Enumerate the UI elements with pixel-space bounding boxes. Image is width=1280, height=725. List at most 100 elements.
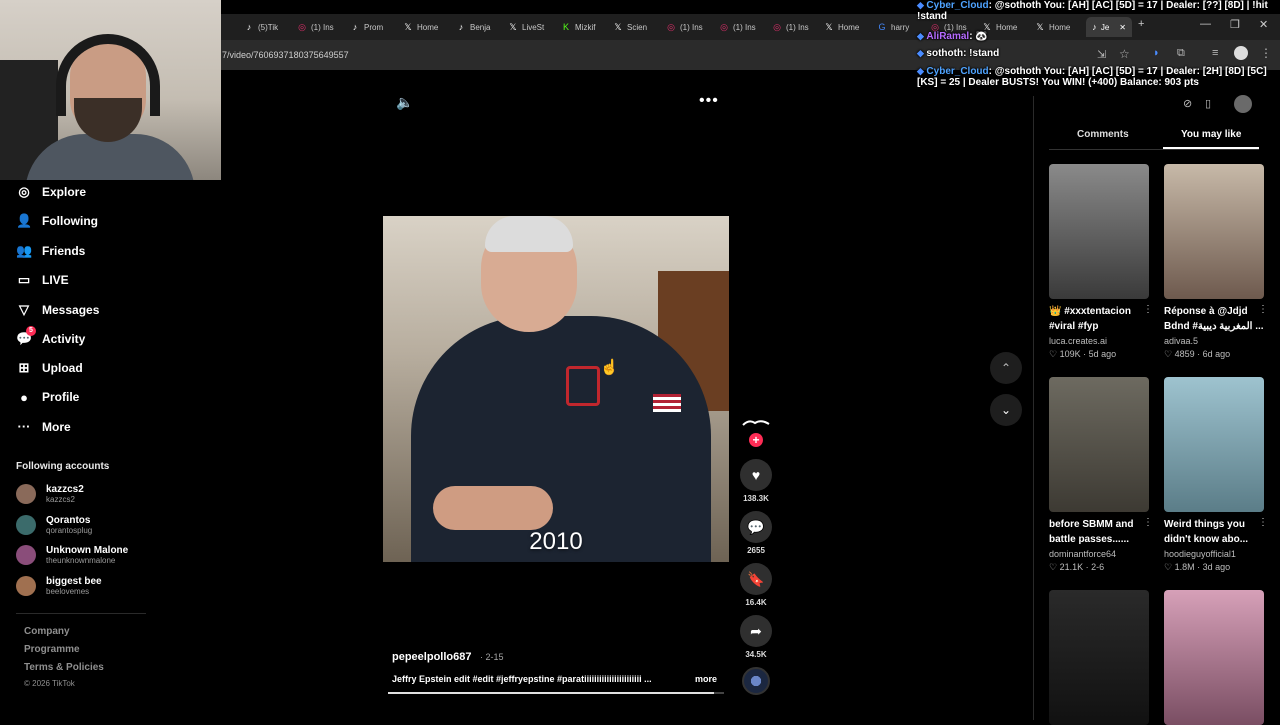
recommended-video-card[interactable]: Weird things you didn't know abo... hoodi… xyxy=(1164,377,1268,574)
chat-text: : !stand xyxy=(963,48,1000,59)
video-author[interactable]: pepeelpollo687 xyxy=(392,651,471,663)
following-account[interactable]: biggest bee beelovemes xyxy=(16,575,102,596)
previous-video-button[interactable]: ⌃ xyxy=(990,352,1022,384)
browser-tab[interactable]: 𝕏 LiveSt xyxy=(508,17,558,37)
video-thumbnail[interactable] xyxy=(1164,377,1264,512)
profile-avatar: ● xyxy=(20,389,28,405)
video-frame-sweater-logo xyxy=(566,366,600,406)
card-stats: ♡ 4859 · 6d ago xyxy=(1164,348,1264,361)
video-thumbnail[interactable] xyxy=(1164,164,1264,299)
account-avatar xyxy=(16,545,36,565)
sidebar-item-label: Activity xyxy=(42,332,86,346)
like-button[interactable]: ♥ xyxy=(740,459,772,491)
instagram-icon: ◎ xyxy=(298,21,306,32)
chat-message: ◆ Cyber_Cloud: @sothoth You: [AH] [AC] [… xyxy=(917,66,1277,88)
share-button[interactable]: ➦ xyxy=(740,615,772,647)
sidebar-item-explore[interactable]: ◎ Explore xyxy=(16,184,86,200)
card-likes: 1.8M xyxy=(1174,562,1195,572)
card-title[interactable]: Réponse à @Jdjd Bdnd #المغربية ديبية ... xyxy=(1164,304,1264,334)
browser-tab-label: (1) Ins xyxy=(733,22,756,32)
card-title[interactable]: Weird things you didn't know abo... xyxy=(1164,517,1264,547)
following-account[interactable]: kazzcs2 kazzcs2 xyxy=(16,484,84,504)
recommended-video-card[interactable]: before SBMM and battle passes...... domin… xyxy=(1049,377,1153,574)
music-disc-icon[interactable] xyxy=(742,667,770,695)
recommended-video-card[interactable] xyxy=(1049,590,1149,725)
tab-you-may-like[interactable]: You may like xyxy=(1181,129,1241,140)
friends-icon: 👥 xyxy=(16,242,33,258)
browser-tab[interactable]: 𝕏 Home xyxy=(403,17,453,37)
browser-tab[interactable]: ♪ (5)Tik xyxy=(244,17,294,37)
video-thumbnail[interactable] xyxy=(1049,590,1149,725)
next-video-button[interactable]: ⌄ xyxy=(990,394,1022,426)
sidebar-item-upload[interactable]: ⊞ Upload xyxy=(16,360,83,376)
card-menu-icon[interactable]: ⋮ xyxy=(1258,517,1268,528)
creator-avatar[interactable] xyxy=(741,416,771,428)
browser-tab[interactable]: ◎ (1) Ins xyxy=(666,17,716,37)
comment-button[interactable]: 💬 xyxy=(740,511,772,543)
recommended-video-card[interactable]: 👑 #xxxtentacion #viral #fyp luca.creates.… xyxy=(1049,164,1153,361)
sidebar-item-live[interactable]: ▭ LIVE xyxy=(16,272,69,288)
sidebar-item-activity[interactable]: 💬 5 Activity xyxy=(16,326,86,347)
card-age: 2-6 xyxy=(1091,562,1105,572)
stream-chat-overlay: ◆ Cyber_Cloud: @sothoth You: [AH] [AC] [… xyxy=(917,0,1280,96)
pip-icon[interactable]: ⊘ xyxy=(1183,97,1192,110)
sidebar-item-following[interactable]: 👤 Following xyxy=(16,213,98,229)
upload-icon: ⊞ xyxy=(18,360,30,376)
footer-link[interactable]: Company xyxy=(24,626,70,637)
card-menu-icon[interactable]: ⋮ xyxy=(1143,304,1153,315)
following-account[interactable]: Unknown Malone theunknownmalone xyxy=(16,545,128,565)
video-date: · 2-15 xyxy=(480,652,504,662)
more-options-icon[interactable]: ••• xyxy=(699,92,719,110)
stats-separator: · xyxy=(1194,562,1203,572)
sidebar-item-profile[interactable]: ● Profile xyxy=(16,390,79,405)
compass-icon: ◎ xyxy=(18,184,30,199)
browser-tab[interactable]: ◎ (1) Ins xyxy=(719,17,769,37)
caption-more-link[interactable]: more xyxy=(695,674,717,684)
sidebar-item-label: Friends xyxy=(42,243,86,258)
user-avatar[interactable] xyxy=(1234,95,1252,113)
card-menu-icon[interactable]: ⋮ xyxy=(1143,517,1153,528)
video-progress-fill xyxy=(388,692,714,694)
card-title[interactable]: 👑 #xxxtentacion #viral #fyp xyxy=(1049,304,1149,334)
heart-outline-icon: ♡ xyxy=(1164,562,1175,572)
volume-icon[interactable]: 🔈 xyxy=(396,94,413,111)
footer-link[interactable]: Programme xyxy=(24,644,80,655)
card-author[interactable]: luca.creates.ai xyxy=(1049,335,1149,348)
sidebar-item-friends[interactable]: 👥 Friends xyxy=(16,243,85,259)
sidebar-item-label: LIVE xyxy=(42,273,69,288)
video-thumbnail[interactable] xyxy=(1164,590,1264,725)
browser-tab[interactable]: ♪ Prom xyxy=(350,17,400,37)
account-handle: beelovemes xyxy=(46,586,90,596)
following-account[interactable]: Qorantos qorantosplug xyxy=(16,514,92,535)
video-thumbnail[interactable] xyxy=(1049,377,1149,512)
browser-tab[interactable]: K Mizkif xyxy=(561,17,611,37)
browser-tab[interactable]: 𝕏 Scien xyxy=(613,17,663,37)
card-author[interactable]: adivaa.5 xyxy=(1164,335,1264,348)
recommended-video-card[interactable]: Réponse à @Jdjd Bdnd #المغربية ديبية ...… xyxy=(1164,164,1268,361)
browser-tab[interactable]: ♪ Benja xyxy=(456,17,506,37)
recommended-video-card[interactable] xyxy=(1164,590,1264,725)
browser-tab[interactable]: ◎ (1) Ins xyxy=(297,17,347,37)
video-player[interactable]: 2010 xyxy=(383,216,729,562)
card-author[interactable]: hoodieguyofficial1 xyxy=(1164,548,1264,561)
url-text[interactable]: 7/video/7606937180375649557 xyxy=(222,50,349,60)
browser-tab[interactable]: 𝕏 Home xyxy=(824,17,874,37)
video-frame-flag-patch xyxy=(653,394,681,412)
footer-link[interactable]: Terms & Policies xyxy=(24,662,104,673)
card-menu-icon[interactable]: ⋮ xyxy=(1258,304,1268,315)
device-icon[interactable]: ▯ xyxy=(1205,97,1211,110)
card-title[interactable]: before SBMM and battle passes...... xyxy=(1049,517,1149,547)
video-progress-bar[interactable] xyxy=(388,692,724,694)
sidebar-item-label: Messages xyxy=(42,302,100,317)
card-likes: 21.1K xyxy=(1059,562,1084,572)
browser-tab[interactable]: ◎ (1) Ins xyxy=(772,17,822,37)
tab-comments[interactable]: Comments xyxy=(1077,129,1129,140)
sidebar-item-more[interactable]: ··· More xyxy=(16,419,71,434)
tiktok-icon: ♪ xyxy=(246,22,252,32)
save-button[interactable]: 🔖 xyxy=(740,563,772,595)
follow-plus-icon[interactable]: + xyxy=(749,433,763,447)
activity-icon: 💬 5 xyxy=(16,326,36,347)
video-thumbnail[interactable] xyxy=(1049,164,1149,299)
card-author[interactable]: dominantforce64 xyxy=(1049,548,1149,561)
sidebar-item-messages[interactable]: ▽ Messages xyxy=(16,302,99,318)
